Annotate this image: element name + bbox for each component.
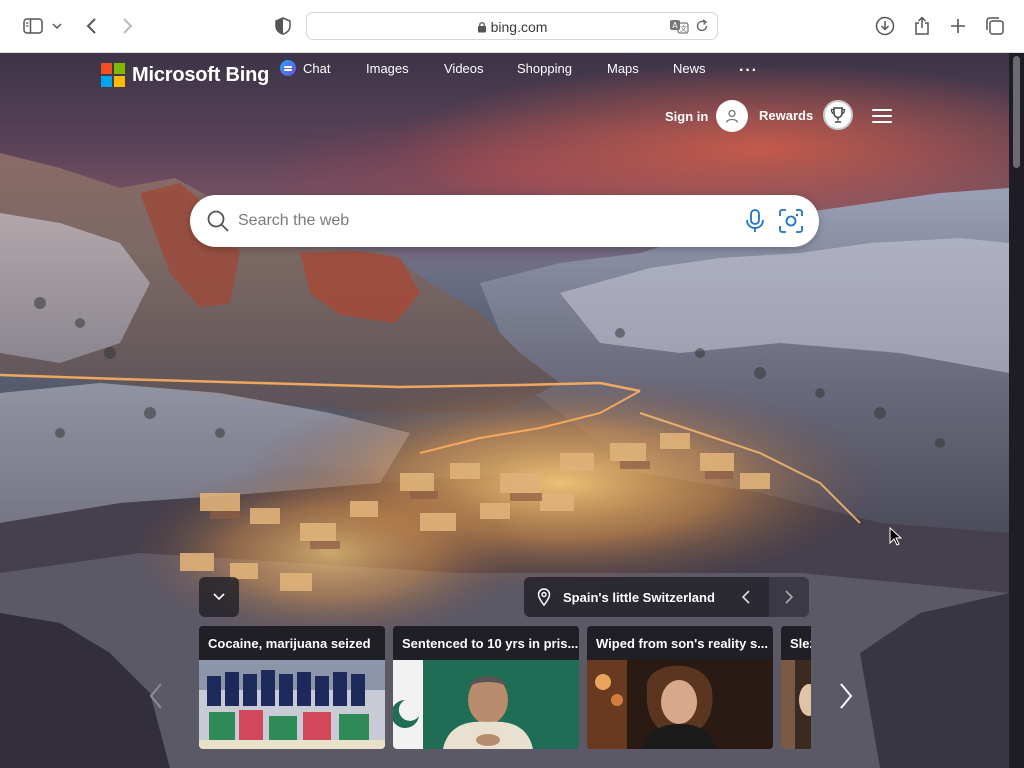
sign-in-label: Sign in	[665, 108, 709, 124]
nav-news[interactable]: News	[673, 61, 706, 76]
share-icon	[915, 16, 929, 35]
microsoft-logo-icon	[101, 63, 125, 87]
back-button[interactable]	[80, 12, 104, 40]
news-card-title: Cocaine, marijuana seized	[199, 626, 385, 660]
share-button[interactable]	[911, 12, 933, 40]
address-text: bing.com	[490, 19, 548, 35]
location-pin-icon	[537, 588, 551, 606]
chevron-down-icon	[51, 23, 62, 30]
news-card-image	[393, 660, 579, 749]
chevron-left-icon	[86, 18, 96, 34]
carousel-next-button[interactable]	[838, 681, 854, 716]
shield-icon	[275, 17, 291, 35]
visual-search-icon[interactable]	[778, 208, 804, 234]
sidebar-toggle-button[interactable]	[18, 12, 66, 40]
scrollbar-thumb[interactable]	[1013, 56, 1020, 168]
lock-icon	[477, 22, 486, 33]
sidebar-icon	[22, 18, 43, 34]
news-card[interactable]: Slez	[781, 626, 811, 749]
forward-button[interactable]	[115, 12, 139, 40]
nav-chat[interactable]: Chat	[280, 60, 330, 76]
translate-icon[interactable]: A文	[669, 18, 689, 34]
next-image-button[interactable]	[769, 577, 809, 617]
trophy-icon	[823, 100, 854, 130]
news-card[interactable]: Wiped from son's reality s...	[587, 626, 773, 749]
microphone-icon[interactable]	[744, 208, 766, 234]
mouse-cursor-icon	[889, 527, 903, 546]
scrollbar[interactable]	[1009, 53, 1024, 768]
bing-homepage: Microsoft Bing Chat Images Videos Shoppi…	[0, 53, 1009, 768]
rewards-button[interactable]: Rewards	[759, 100, 854, 130]
tab-overview-button[interactable]	[984, 12, 1006, 40]
news-card-title: Sentenced to 10 yrs in pris...	[393, 626, 579, 660]
chevron-right-icon	[785, 590, 794, 604]
nav-maps[interactable]: Maps	[607, 61, 639, 76]
bing-header: Microsoft Bing Chat Images Videos Shoppi…	[0, 53, 1009, 153]
carousel-previous-button[interactable]	[148, 681, 164, 716]
chevron-right-icon	[123, 18, 133, 34]
search-icon[interactable]	[206, 209, 230, 233]
previous-image-button[interactable]	[726, 577, 766, 617]
news-card-image	[199, 660, 385, 749]
avatar-icon	[716, 100, 749, 132]
news-card-image	[781, 660, 811, 749]
image-title: Spain's little Switzerland	[563, 589, 715, 605]
chevron-left-icon	[149, 683, 162, 709]
chevron-down-icon	[213, 593, 225, 601]
bing-logo[interactable]: Microsoft Bing	[101, 63, 269, 87]
rewards-label: Rewards	[759, 107, 814, 123]
sign-in-button[interactable]: Sign in	[665, 100, 749, 132]
svg-text:A: A	[672, 21, 678, 30]
svg-text:文: 文	[680, 24, 687, 33]
nav-shopping[interactable]: Shopping	[517, 61, 572, 76]
address-bar[interactable]: bing.com A文	[306, 12, 718, 40]
nav-chat-label: Chat	[303, 60, 331, 76]
privacy-report-button[interactable]	[272, 12, 294, 40]
news-card-title: Slez	[781, 626, 811, 660]
search-input[interactable]	[238, 203, 718, 239]
tabs-overview-icon	[986, 17, 1004, 35]
news-card[interactable]: Sentenced to 10 yrs in pris...	[393, 626, 579, 749]
menu-button[interactable]	[872, 109, 892, 123]
nav-more-button[interactable]: ···	[739, 62, 758, 80]
plus-icon	[951, 19, 965, 33]
chat-icon	[280, 60, 296, 76]
logo-text: Microsoft Bing	[132, 63, 270, 86]
search-box	[190, 195, 819, 247]
news-carousel: Cocaine, marijuana seized Sentenced to 1…	[199, 626, 811, 749]
reload-icon[interactable]	[695, 19, 709, 33]
news-card[interactable]: Cocaine, marijuana seized	[199, 626, 385, 749]
news-card-title: Wiped from son's reality s...	[587, 626, 773, 660]
nav-videos[interactable]: Videos	[444, 61, 484, 76]
download-icon	[875, 16, 895, 36]
new-tab-button[interactable]	[947, 12, 969, 40]
collapse-feed-button[interactable]	[199, 577, 239, 617]
chevron-right-icon	[840, 683, 853, 709]
chevron-left-icon	[741, 590, 750, 604]
browser-toolbar: bing.com A文	[0, 0, 1024, 53]
downloads-button[interactable]	[874, 12, 896, 40]
news-card-image	[587, 660, 773, 749]
nav-images[interactable]: Images	[366, 61, 409, 76]
image-of-day-info[interactable]: Spain's little Switzerland	[524, 577, 809, 617]
